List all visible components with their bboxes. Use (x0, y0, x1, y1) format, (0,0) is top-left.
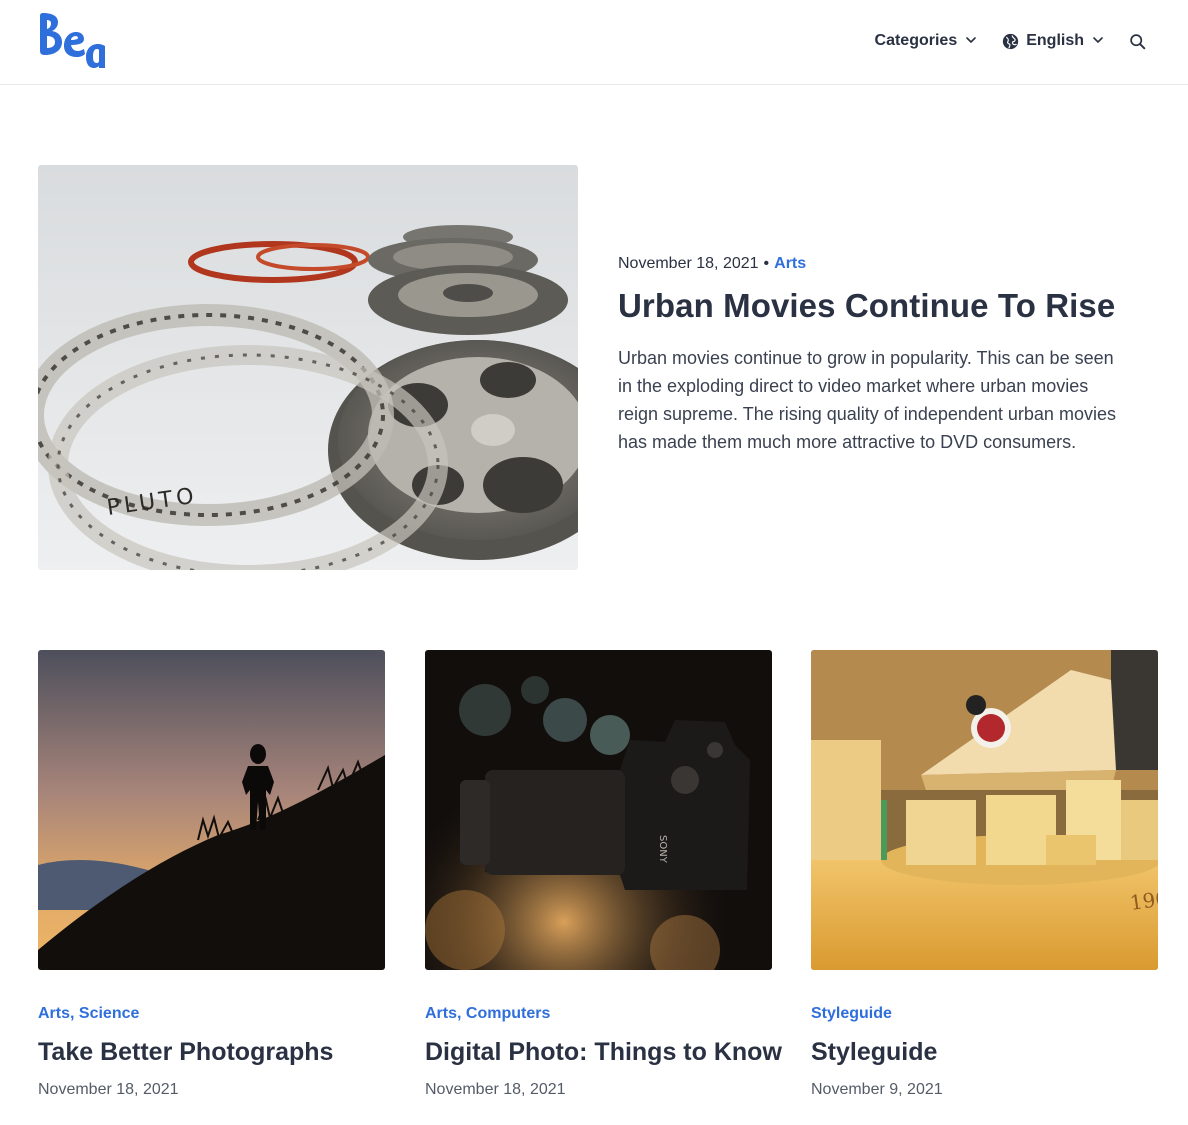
post-card-title[interactable]: Take Better Photographs (38, 1036, 385, 1068)
svg-text:SONY: SONY (657, 835, 668, 864)
post-card-categories[interactable]: Arts, Science (38, 1004, 385, 1024)
meta-separator: • (763, 255, 770, 272)
hero-post-title[interactable]: Urban Movies Continue To Rise (618, 285, 1118, 327)
hero-post-date: November 18, 2021 (618, 255, 759, 272)
post-card-image[interactable]: SONY (425, 650, 772, 970)
language-label: English (1026, 32, 1084, 49)
hero-post-category[interactable]: Arts (774, 255, 806, 272)
chevron-down-icon (1093, 37, 1103, 43)
categories-menu[interactable]: Categories (875, 32, 977, 50)
svg-text:196: 196 (1128, 886, 1158, 915)
post-card-categories[interactable]: Styleguide (811, 1004, 1158, 1024)
post-card-image[interactable]: 196 (811, 650, 1158, 970)
hero-post-image[interactable]: PLUTO (38, 165, 578, 570)
post-card: SONY Arts, Computers Digital Photo: Thin… (425, 650, 782, 1100)
main-nav: Categories English (875, 28, 1146, 54)
post-card-date: November 18, 2021 (425, 1081, 566, 1098)
site-header: Categories English (0, 0, 1188, 85)
post-card-title[interactable]: Digital Photo: Things to Know (425, 1036, 782, 1068)
post-card-categories[interactable]: Arts, Computers (425, 1004, 772, 1024)
language-menu[interactable]: English (1002, 32, 1103, 50)
hero-post-excerpt: Urban movies continue to grow in popular… (618, 348, 1116, 452)
hero-post-meta: November 18, 2021 • Arts (618, 252, 1118, 276)
hero-post: November 18, 2021 • Arts Urban Movies Cont… (618, 252, 1118, 456)
post-card: Arts, Science Take Better Photographs No… (38, 650, 385, 1100)
post-card-title[interactable]: Styleguide (811, 1036, 1158, 1068)
site-logo[interactable] (36, 12, 108, 70)
search-icon[interactable] (1129, 33, 1146, 50)
post-card-date: November 18, 2021 (38, 1081, 179, 1098)
chevron-down-icon (966, 37, 977, 43)
post-card: 196 Styleguide Styleguide November 9, 20… (811, 650, 1158, 1100)
categories-label: Categories (874, 32, 958, 49)
post-card-date: November 9, 2021 (811, 1081, 943, 1098)
post-card-image[interactable] (38, 650, 385, 970)
globe-icon (1003, 33, 1019, 49)
